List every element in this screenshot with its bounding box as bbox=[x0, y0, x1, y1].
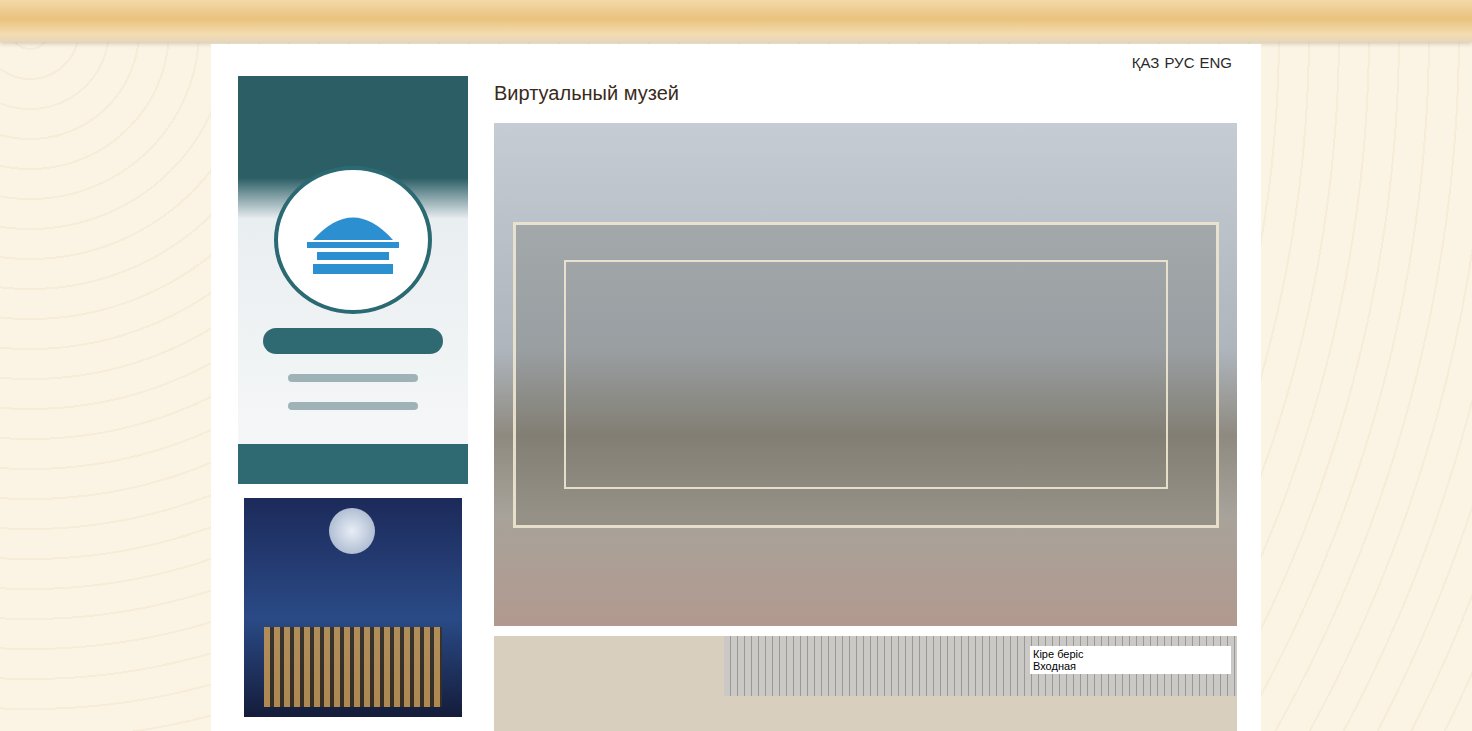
sidebar bbox=[238, 76, 468, 731]
museum-night-banner[interactable] bbox=[244, 498, 462, 717]
header: ҚАЗРУС ENG bbox=[238, 44, 1237, 76]
welcome-panorama[interactable] bbox=[494, 123, 1237, 626]
page: ҚАЗРУС ENG Виртуальный музей Кіре берісВх… bbox=[0, 0, 1472, 731]
hotspot-text: Кіре беріс bbox=[1033, 648, 1228, 660]
visitors-banner[interactable] bbox=[238, 76, 468, 484]
language-link[interactable]: ENG bbox=[1199, 54, 1232, 71]
hotspot-label[interactable]: Кіре берісВходная bbox=[1030, 646, 1231, 674]
virtual-tour-view[interactable]: Кіре берісВходная bbox=[494, 636, 1237, 731]
museum-logo-icon bbox=[274, 166, 432, 314]
content-panel: ҚАЗРУС ENG Виртуальный музей Кіре берісВх… bbox=[211, 44, 1261, 731]
hotspot-text: Входная bbox=[1033, 660, 1228, 672]
top-band bbox=[0, 0, 1472, 42]
body: Виртуальный музей Кіре берісВходная bbox=[238, 76, 1237, 731]
language-link[interactable]: ҚАЗ bbox=[1132, 54, 1160, 71]
decorative-frame bbox=[513, 222, 1219, 528]
page-title: Виртуальный музей bbox=[494, 76, 1237, 123]
language-switcher: ҚАЗРУС ENG bbox=[1132, 50, 1232, 71]
language-link[interactable]: РУС bbox=[1164, 54, 1194, 71]
main-content: Виртуальный музей Кіре берісВходная bbox=[494, 76, 1237, 731]
